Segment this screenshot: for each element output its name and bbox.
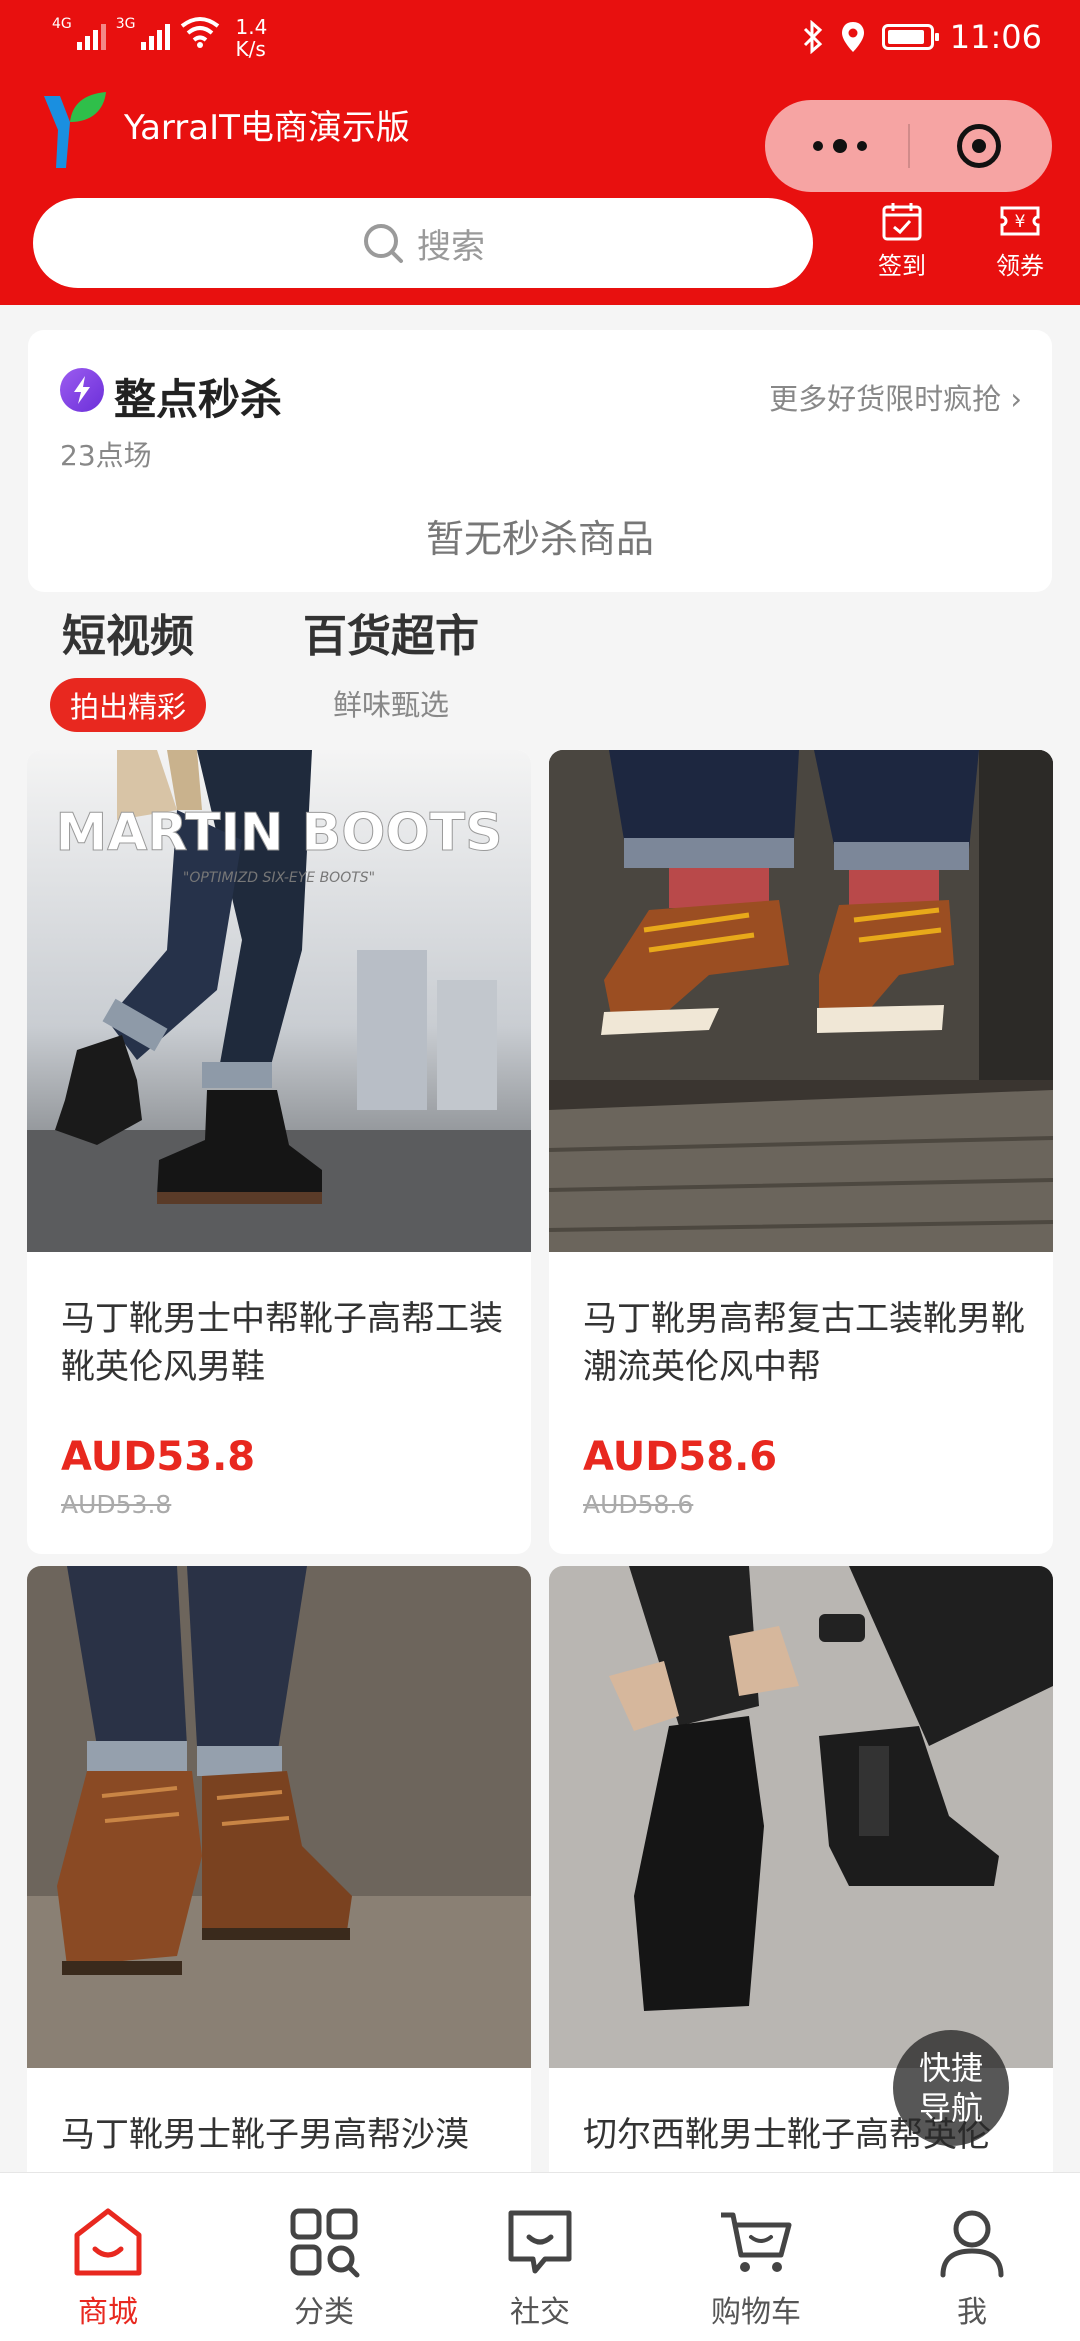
product-price: AUD58.6: [583, 1434, 778, 1480]
battery-icon: [881, 24, 939, 50]
network-speed-unit: K/s: [235, 37, 266, 61]
signal-sim1-icon: 4G: [52, 16, 106, 50]
product-image-subcaption: "OPTIMIZD SIX-EYE BOOTS": [183, 870, 375, 886]
tab-short-video-subtitle: 拍出精彩: [49, 678, 206, 732]
miniprogram-capsule: [765, 100, 1052, 192]
coupon-button[interactable]: ¥ 领券: [980, 200, 1060, 281]
bottom-nav: 商城 分类 社交 购物车 我: [0, 2172, 1080, 2341]
more-options-button[interactable]: [805, 130, 875, 162]
bluetooth-icon: [803, 20, 822, 54]
checkin-button[interactable]: 签到: [862, 200, 942, 281]
product-image: MARTIN BOOTS "OPTIMIZD SIX-EYE BOOTS": [27, 750, 531, 1252]
product-name: 马丁靴男高帮复古工装靴男靴潮流英伦风中帮: [583, 1299, 1025, 1387]
tab-supermarket[interactable]: 百货超市 鲜味甄选: [296, 600, 486, 724]
dot-icon: [857, 141, 867, 151]
app-logo: [44, 92, 106, 168]
coupon-icon: ¥: [1000, 206, 1040, 236]
user-icon: [940, 2210, 1004, 2278]
nav-item-category-label: 分类: [294, 2295, 354, 2330]
status-right: 11:06: [802, 18, 1042, 56]
product-image-caption: MARTIN BOOTS: [55, 803, 502, 863]
tab-supermarket-title: 百货超市: [303, 611, 479, 662]
product-name: 马丁靴男士靴子男高帮沙漠: [61, 2115, 469, 2155]
quick-nav-label-line1: 快捷: [918, 2049, 983, 2087]
nav-item-home[interactable]: 商城: [0, 2203, 216, 2331]
nav-item-me-label: 我: [957, 2295, 987, 2330]
flash-sale-empty-text: 暂无秒杀商品: [425, 517, 654, 561]
app-title: YarraIT电商演示版: [124, 108, 410, 148]
calendar-check-icon: [882, 203, 922, 241]
capsule-divider: [908, 124, 910, 168]
lightning-icon: [60, 368, 104, 412]
flash-sale-session: 23点场: [60, 439, 152, 472]
dot-icon: [833, 139, 847, 153]
tab-short-video[interactable]: 短视频 拍出精彩: [40, 600, 216, 732]
sim1-label: 4G: [52, 16, 72, 32]
flash-sale-more-link[interactable]: 更多好货限时疯抢 ›: [769, 376, 1022, 418]
battery-level: [887, 30, 924, 44]
sim2-label: 3G: [115, 16, 136, 32]
product-card[interactable]: 马丁靴男高帮复古工装靴男靴潮流英伦风中帮 AUD58.6 AUD58.6: [549, 750, 1053, 1554]
signal-sim2-icon: 3G: [116, 16, 170, 50]
svg-text:¥: ¥: [1015, 212, 1026, 232]
nav-item-category[interactable]: 分类: [216, 2203, 432, 2331]
dot-icon: [813, 141, 823, 151]
quick-nav-button[interactable]: 快捷 导航: [893, 2030, 1009, 2146]
product-card[interactable]: MARTIN BOOTS "OPTIMIZD SIX-EYE BOOTS" 马丁…: [27, 750, 531, 1554]
status-left: 4G 3G 1.4 K/s: [52, 16, 267, 60]
flash-sale-title: 整点秒杀: [114, 375, 283, 424]
location-icon: [841, 22, 864, 52]
app-header: YarraIT电商演示版: [0, 80, 1080, 192]
product-card[interactable]: 马丁靴男士靴子男高帮沙漠: [27, 1566, 531, 2186]
nav-item-social-label: 社交: [510, 2295, 570, 2330]
nav-item-social[interactable]: 社交: [432, 2203, 648, 2331]
product-original-price: AUD53.8: [61, 1490, 172, 1519]
product-price: AUD53.8: [61, 1434, 256, 1480]
tab-short-video-title: 短视频: [62, 611, 194, 662]
search-icon: [364, 224, 403, 263]
flash-sale-more-label: 更多好货限时疯抢: [769, 382, 1002, 416]
home-icon: [74, 2208, 142, 2276]
chevron-right-icon: ›: [1010, 382, 1022, 416]
wifi-icon: [180, 17, 219, 48]
cart-icon: [721, 2212, 792, 2272]
product-image: [549, 750, 1053, 1252]
product-name: 马丁靴男士中帮靴子高帮工装靴英伦风男鞋: [61, 1299, 503, 1387]
close-miniprogram-button[interactable]: [957, 124, 1001, 168]
tab-supermarket-subtitle: 鲜味甄选: [332, 688, 449, 722]
coupon-label: 领券: [996, 252, 1044, 280]
flash-sale-card: 整点秒杀 更多好货限时疯抢 › 23点场 暂无秒杀商品: [28, 330, 1052, 592]
clock: 11:06: [949, 18, 1042, 56]
product-image: [549, 1566, 1053, 2068]
network-speed: 1.4 K/s: [236, 16, 268, 60]
chat-icon: [508, 2210, 572, 2274]
checkin-label: 签到: [878, 252, 926, 280]
nav-item-home-label: 商城: [78, 2295, 138, 2330]
nav-item-cart[interactable]: 购物车: [648, 2203, 864, 2331]
product-image: [27, 1566, 531, 2068]
search-placeholder: 搜索: [417, 226, 485, 267]
product-original-price: AUD58.6: [583, 1490, 694, 1519]
status-bar: 4G 3G 1.4 K/s 11:06: [0, 0, 1080, 75]
network-speed-value: 1.4: [235, 15, 268, 39]
category-icon: [290, 2208, 360, 2278]
nav-item-me[interactable]: 我: [864, 2203, 1080, 2331]
search-input[interactable]: 搜索: [33, 198, 813, 288]
nav-item-cart-label: 购物车: [711, 2295, 801, 2330]
quick-nav-label-line2: 导航: [918, 2089, 983, 2127]
